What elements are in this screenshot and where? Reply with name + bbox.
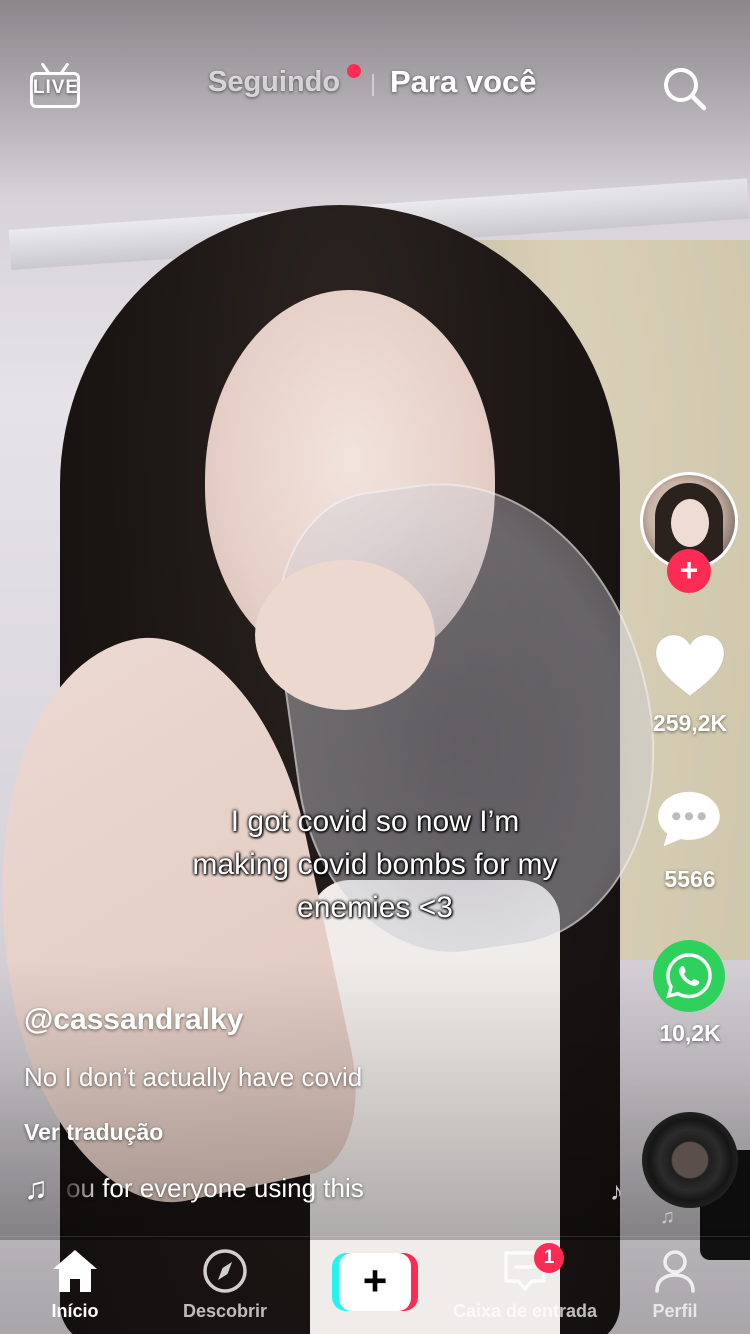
sound-link[interactable]: ♫ ou for everyone using this	[24, 1170, 424, 1206]
creator-username[interactable]: @cassandralky	[24, 1003, 243, 1037]
bottom-navigation: Início Descobrir + 1 Caixa de entrada Pe…	[0, 1236, 750, 1334]
plus-icon: +	[339, 1253, 411, 1311]
share-count: 10,2K	[659, 1020, 721, 1046]
compass-icon	[203, 1249, 247, 1293]
feed-tabs: Seguindo Para você	[0, 64, 750, 108]
tab-for-you[interactable]: Para você	[390, 64, 537, 100]
share-whatsapp-button[interactable]: 10,2K	[640, 940, 740, 1047]
nav-label-home: Início	[51, 1301, 99, 1321]
floating-music-note-icon: ♫	[660, 1206, 675, 1228]
nav-label-profile: Perfil	[652, 1301, 698, 1321]
post-description: No I don’t actually have covid	[24, 1062, 363, 1092]
tab-following[interactable]: Seguindo	[208, 66, 340, 99]
new-content-dot	[347, 64, 361, 78]
comment-button[interactable]: 5566	[640, 788, 740, 893]
home-icon	[53, 1250, 97, 1292]
create-button[interactable]: +	[332, 1253, 418, 1311]
like-button[interactable]: 259,2K	[640, 632, 740, 737]
video-caption: I got covid so now I’m making covid bomb…	[120, 800, 630, 929]
comment-count: 5566	[664, 866, 716, 892]
follow-button[interactable]: +	[667, 549, 711, 593]
tab-divider	[372, 74, 374, 96]
like-count: 259,2K	[652, 710, 728, 736]
nav-profile[interactable]: Perfil	[600, 1247, 750, 1322]
search-icon[interactable]	[660, 64, 708, 112]
inbox-badge: 1	[534, 1243, 564, 1273]
caption-line: enemies <3	[297, 891, 453, 924]
nav-label-discover: Descobrir	[182, 1301, 268, 1321]
music-disc[interactable]	[642, 1112, 738, 1208]
avatar-face	[671, 499, 709, 547]
music-note-icon: ♫	[24, 1170, 48, 1206]
nav-home[interactable]: Início	[0, 1247, 150, 1322]
caption-line: I got covid so now I’m	[230, 805, 520, 838]
sound-title: ou for everyone using this	[66, 1173, 364, 1203]
person-hand	[255, 560, 435, 710]
caption-line: making covid bombs for my	[192, 848, 558, 881]
comment-icon	[658, 791, 720, 847]
see-translation-link[interactable]: Ver tradução	[24, 1119, 163, 1146]
nav-discover[interactable]: Descobrir	[150, 1247, 300, 1322]
nav-inbox[interactable]: 1 Caixa de entrada	[450, 1243, 600, 1322]
heart-icon	[655, 634, 725, 697]
nav-label-inbox: Caixa de entrada	[452, 1301, 598, 1321]
profile-icon	[655, 1250, 695, 1293]
whatsapp-icon	[653, 940, 725, 1012]
floating-music-note-icon: ♪	[610, 1176, 623, 1206]
